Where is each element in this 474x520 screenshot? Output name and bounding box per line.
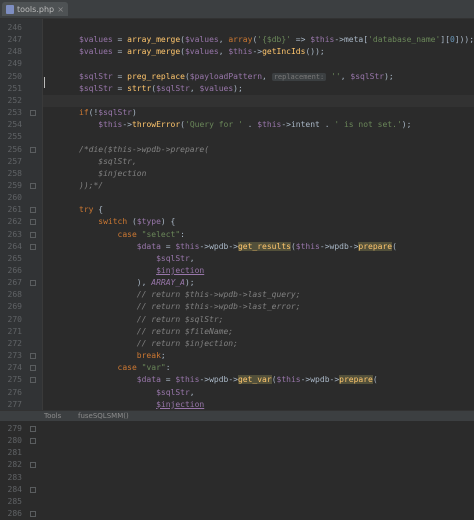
code-line: // return $this->wpdb->last_query; (136, 290, 301, 300)
fold-marker-icon[interactable] (30, 377, 36, 384)
line-number: 283 (7, 472, 22, 482)
code-line: case "var": (117, 363, 171, 373)
line-number: 264 (7, 241, 22, 251)
fold-marker-icon[interactable] (30, 486, 36, 493)
line-number: 284 (7, 484, 22, 494)
line-number: 282 (7, 460, 22, 470)
fold-marker-icon[interactable] (30, 280, 36, 287)
tab-tools-php[interactable]: tools.php × (2, 2, 68, 16)
line-number: 277 (7, 399, 22, 409)
line-number: 250 (7, 71, 22, 81)
line-number: 273 (7, 351, 22, 361)
code-line: // return $this->wpdb->last_error; (136, 302, 301, 312)
line-number: 249 (7, 59, 22, 69)
status-bar: Tools fuseSQLSMM() (0, 410, 474, 421)
fold-marker-icon[interactable] (30, 425, 36, 432)
line-number: 262 (7, 217, 22, 227)
close-tab-icon[interactable]: × (57, 5, 64, 14)
code-line: $sqlStr = preg_replace($payloadPattern, … (79, 71, 394, 81)
line-number: 248 (7, 47, 22, 57)
code-line: // return $fileName; (136, 326, 234, 336)
fold-marker-icon[interactable] (30, 462, 36, 469)
code-line: $this->throwError('Query for ' . $this->… (98, 120, 412, 130)
code-line: $sqlStr, (79, 156, 137, 166)
line-number: 272 (7, 338, 22, 348)
code-editor[interactable]: $values = array_merge($values, array('{$… (43, 19, 474, 410)
line-number: 276 (7, 387, 22, 397)
code-line: $values = array_merge($values, $this->ge… (79, 47, 325, 57)
code-line: ));*/ (79, 180, 104, 190)
text-caret (44, 77, 45, 88)
line-number: 252 (7, 95, 22, 105)
code-line: $data = $this->wpdb->get_results($this->… (136, 241, 397, 251)
line-number: 253 (7, 108, 22, 118)
code-line: $injection (156, 266, 205, 275)
code-line: $injection (156, 399, 205, 409)
line-number: 256 (7, 144, 22, 154)
line-number: 259 (7, 180, 22, 190)
fold-marker-icon[interactable] (30, 146, 36, 153)
code-line: $sqlStr = strtr($sqlStr, $values); (79, 83, 243, 93)
code-line: switch ($type) { (98, 217, 176, 227)
code-line: /*die($this->wpdb->prepare( (79, 144, 210, 154)
line-number: 286 (7, 509, 22, 518)
line-number: 269 (7, 302, 22, 312)
code-line: if(!$sqlStr) (79, 108, 137, 118)
line-number: 265 (7, 253, 22, 263)
fold-marker-icon[interactable] (30, 511, 36, 517)
line-number: 255 (7, 132, 22, 142)
php-file-icon (6, 4, 14, 14)
line-number: 263 (7, 229, 22, 239)
fold-marker-icon[interactable] (30, 365, 36, 372)
code-line: $sqlStr, (156, 253, 195, 263)
fold-marker-icon[interactable] (30, 219, 36, 226)
line-number: 246 (7, 23, 22, 32)
code-line: ), ARRAY_A); (79, 278, 195, 288)
line-number: 257 (7, 156, 22, 166)
line-number: 279 (7, 423, 22, 433)
line-number: 267 (7, 278, 22, 288)
fold-marker-icon[interactable] (30, 353, 36, 360)
fold-marker-icon[interactable] (30, 110, 36, 117)
code-line: // return $sqlStr; (136, 314, 224, 324)
line-number: 261 (7, 205, 22, 215)
tab-label: tools.php (17, 4, 55, 14)
fold-marker-icon[interactable] (30, 438, 36, 445)
code-line: $values = array_merge($values, array('{$… (79, 35, 474, 45)
line-number: 270 (7, 314, 22, 324)
line-number-gutter[interactable]: 246 247 248 249 250 251 252 253 254 255 256 257 258 2… (0, 19, 43, 518)
code-line: break; (136, 351, 166, 361)
fold-marker-icon[interactable] (30, 182, 36, 189)
fold-marker-icon[interactable] (30, 231, 36, 238)
fold-marker-icon[interactable] (30, 207, 36, 214)
fold-marker-icon[interactable] (30, 243, 36, 250)
code-line: try { (79, 205, 104, 215)
line-number: 251 (7, 83, 22, 93)
code-line: // return $injection; (136, 338, 238, 348)
line-number: 275 (7, 375, 22, 385)
line-number: 268 (7, 290, 22, 300)
line-number: 280 (7, 436, 22, 446)
line-number: 266 (7, 266, 22, 275)
code-line: $data = $this->wpdb->get_var($this->wpdb… (136, 375, 378, 385)
line-number: 274 (7, 363, 22, 373)
code-line (43, 94, 474, 107)
code-line: case "select": (117, 229, 185, 239)
code-line: $sqlStr, (156, 387, 195, 397)
line-number: 271 (7, 326, 22, 336)
editor-tab-bar: tools.php × (0, 0, 474, 19)
line-number: 281 (7, 448, 22, 458)
code-line: $injection (79, 168, 147, 178)
line-number: 258 (7, 168, 22, 178)
line-number: 260 (7, 193, 22, 203)
line-number: 254 (7, 120, 22, 130)
line-number: 285 (7, 496, 22, 506)
line-number: 247 (7, 35, 22, 45)
